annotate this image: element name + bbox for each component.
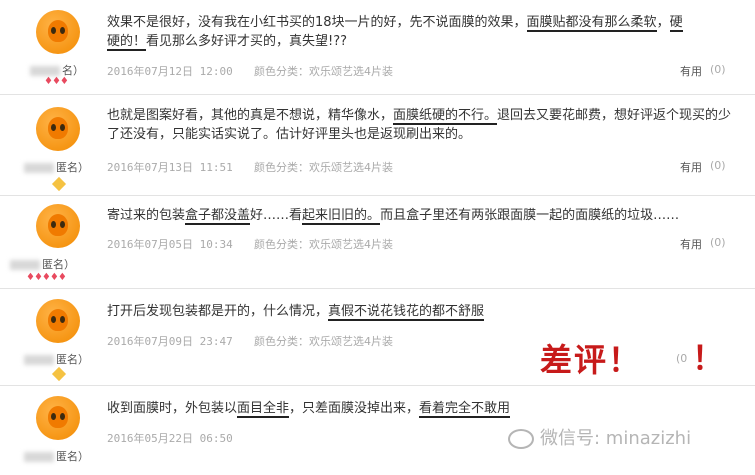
review-text: 效果不是很好，没有我在小红书买的18块一片的好，先不说面膜的效果，面膜贴都没有那…	[107, 15, 683, 51]
review-item: 匿名） 也就是图案好看，其他的真是不想说，精华像水，面膜纸硬的不行。退回去又要花…	[0, 95, 755, 196]
avatar[interactable]	[36, 396, 80, 440]
user-level-badge: ♦♦♦♦♦	[26, 272, 67, 283]
review-item: 匿名） ♦♦♦♦♦ 寄过来的包装盒子都没盖好……看起来旧旧的。而且盒子里还有两张…	[0, 196, 755, 289]
review-date: 2016年07月13日 11:51	[107, 161, 233, 174]
useful-count: (0)	[710, 63, 726, 76]
user-level-badge	[51, 366, 67, 382]
wechat-icon	[508, 429, 534, 449]
useful-count: (0)	[710, 236, 726, 249]
review-date: 2016年05月22日 06:50	[107, 432, 233, 445]
bad-review-stamp: 差评！	[540, 341, 643, 379]
product-variant: 颜色分类：欢乐颂艺选4片装	[254, 161, 393, 174]
user-name[interactable]: 匿名）	[24, 159, 89, 175]
useful-button[interactable]: 有用	[680, 159, 702, 175]
user-name[interactable]: 匿名）	[24, 448, 89, 464]
product-variant: 颜色分类：欢乐颂艺选4片装	[254, 65, 393, 78]
review-text: 打开后发现包装都是开的，什么情况，真假不说花钱花的都不舒服	[107, 304, 485, 321]
product-variant: 颜色分类：欢乐颂艺选4片装	[254, 335, 393, 348]
user-name[interactable]: 匿名）	[24, 351, 89, 367]
review-text: 也就是图案好看，其他的真是不想说，精华像水，面膜纸硬的不行。退回去又要花邮费，想…	[107, 108, 732, 142]
stamp-useful-count: (0	[676, 352, 688, 365]
wechat-watermark: 微信号: minazizhi	[508, 424, 691, 450]
review-item: 名） ♦♦♦ 效果不是很好，没有我在小红书买的18块一片的好，先不说面膜的效果，…	[0, 0, 755, 95]
product-variant: 颜色分类：欢乐颂艺选4片装	[254, 238, 393, 251]
review-text: 收到面膜时，外包装以面目全非，只差面膜没掉出来，看着完全不敢用	[107, 401, 511, 418]
review-date: 2016年07月09日 23:47	[107, 335, 233, 348]
review-date: 2016年07月12日 12:00	[107, 65, 233, 78]
review-text: 寄过来的包装盒子都没盖好……看起来旧旧的。而且盒子里还有两张跟面膜一起的面膜纸的…	[107, 208, 680, 225]
stamp-exclamation: ！	[692, 339, 725, 377]
user-level-badge	[51, 176, 67, 192]
useful-button[interactable]: 有用	[680, 63, 702, 79]
avatar[interactable]	[36, 107, 80, 151]
user-name[interactable]: 匿名）	[10, 256, 75, 272]
review-date: 2016年07月05日 10:34	[107, 238, 233, 251]
useful-button[interactable]: 有用	[680, 236, 702, 252]
user-level-badge: ♦♦♦	[44, 76, 69, 87]
avatar[interactable]	[36, 204, 80, 248]
useful-count: (0)	[710, 159, 726, 172]
avatar[interactable]	[36, 10, 80, 54]
avatar[interactable]	[36, 299, 80, 343]
watermark-text: 微信号: minazizhi	[540, 428, 692, 449]
